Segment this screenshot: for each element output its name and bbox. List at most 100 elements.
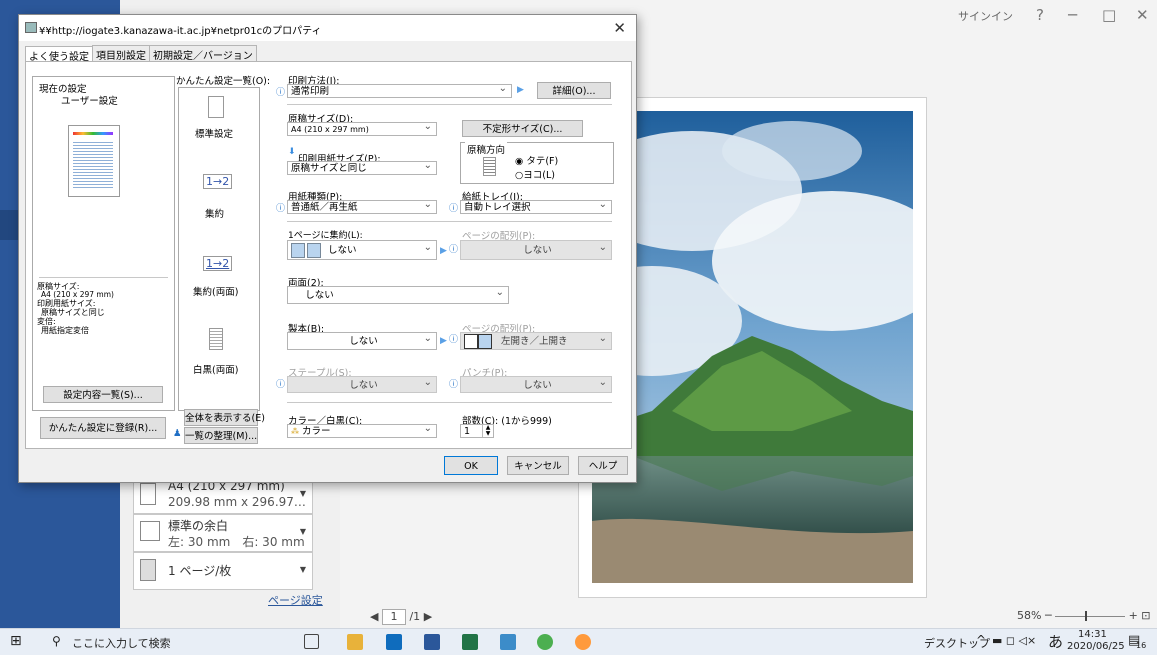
- register-quick-button[interactable]: かんたん設定に登録(R)...: [40, 417, 166, 439]
- fit-page-icon[interactable]: ⊡: [1141, 609, 1150, 622]
- copies-spinner[interactable]: 1 ▲ ▼: [460, 424, 494, 438]
- prev-page-icon[interactable]: ◀: [370, 610, 378, 623]
- portrait-page-icon: [483, 157, 496, 176]
- page-icon: [140, 559, 156, 581]
- clock-time[interactable]: 14:31: [1078, 629, 1107, 640]
- mono-duplex-icon: [209, 328, 223, 350]
- signin-link[interactable]: サインイン: [958, 8, 1013, 24]
- next-page-icon[interactable]: ▶: [424, 610, 432, 623]
- orientation-group: 原稿方向 ◉ タテ(F) ○ヨコ(L): [460, 142, 614, 184]
- divider: [39, 277, 168, 278]
- margins-setting[interactable]: 標準の余白 左: 30 mm 右: 30 mm ▼: [133, 514, 313, 552]
- staple-select: しない: [287, 376, 437, 393]
- excel-icon[interactable]: [462, 634, 478, 650]
- chrome-icon[interactable]: [537, 634, 553, 650]
- booklet-select[interactable]: しない: [287, 332, 437, 350]
- quick-settings-list[interactable]: 標準設定 1→2 集約 1→2 集約(両面) 白黒(両面): [178, 87, 260, 411]
- page-setup-link[interactable]: ページ設定: [268, 592, 323, 608]
- cancel-button[interactable]: キャンセル: [507, 456, 569, 475]
- search-icon[interactable]: ⚲: [52, 634, 61, 648]
- portrait-radio[interactable]: ◉ タテ(F): [515, 153, 558, 167]
- help-icon[interactable]: ?: [1036, 6, 1044, 24]
- tray-icons[interactable]: ▬ ◻ ◁×: [992, 634, 1036, 647]
- tab-strip: よく使う設定 項目別設定 初期設定／バージョン: [25, 45, 257, 64]
- nup-duplex-icon: 1→2: [203, 256, 233, 271]
- zoom-in-icon[interactable]: +: [1129, 609, 1138, 622]
- color-select[interactable]: カラー: [287, 424, 437, 438]
- current-page-input[interactable]: 1: [381, 609, 406, 625]
- tray-select[interactable]: 自動トレイ選択: [460, 200, 612, 214]
- duplex-select[interactable]: しない: [287, 286, 509, 304]
- print-paper-select[interactable]: 原稿サイズと同じ: [287, 161, 437, 175]
- file-explorer-icon[interactable]: [347, 634, 363, 650]
- dropdown-arrow-icon: ▼: [299, 527, 306, 536]
- paper-size-select[interactable]: A4 (210 x 297 mm): [287, 122, 437, 136]
- firefox-icon[interactable]: [575, 634, 591, 650]
- app-close-button[interactable]: ✕: [1136, 6, 1149, 24]
- taskbar-search-box[interactable]: ここに入力して検索: [72, 635, 171, 651]
- punch-select: しない: [460, 376, 612, 393]
- printer-icon: [25, 22, 37, 33]
- setting-line1: 1 ページ/枚: [168, 564, 232, 578]
- zoom-slider[interactable]: [1055, 610, 1126, 621]
- current-settings-group: 現在の設定 ユーザー設定 原稿サイズ: A4 (210 x 297 mm) 印刷…: [32, 76, 175, 411]
- ok-button[interactable]: OK: [444, 456, 498, 475]
- dialog-close-button[interactable]: ✕: [613, 19, 626, 37]
- down-arrow-icon: ⬇: [288, 147, 296, 157]
- info-icon: ⓘ: [449, 380, 459, 390]
- quick-item-mono-duplex[interactable]: 白黒(両面): [193, 362, 238, 376]
- custom-size-button[interactable]: 不定形サイズ(C)...: [462, 120, 583, 137]
- organize-list-button[interactable]: 一覧の整理(M)...: [184, 427, 258, 444]
- tab-content: 現在の設定 ユーザー設定 原稿サイズ: A4 (210 x 297 mm) 印刷…: [25, 61, 632, 449]
- quick-item-nup-duplex[interactable]: 集約(両面): [193, 284, 238, 298]
- orientation-label: 原稿方向: [465, 142, 508, 156]
- landscape-photo: [592, 111, 913, 583]
- standard-settings-icon: [208, 96, 224, 118]
- dropdown-arrow-icon: ▼: [299, 565, 306, 574]
- arrow-icon: ▶: [440, 246, 447, 256]
- portrait-label: タテ(F): [526, 156, 559, 167]
- setting-line2: 左: 30 mm 右: 30 mm: [168, 535, 305, 549]
- taskbar: ⊞ ⚲ ここに入力して検索 デスクトップ ^ ▬ ◻ ◁× あ 14:31 20…: [0, 628, 1157, 655]
- app-icon[interactable]: [500, 634, 516, 650]
- quick-item-nup[interactable]: 集約: [205, 206, 224, 220]
- restore-button[interactable]: □: [1102, 6, 1116, 24]
- tray-chevron-icon[interactable]: ^: [976, 633, 986, 647]
- detail-button[interactable]: 詳細(O)...: [537, 82, 611, 99]
- zoom-control: 58% ─ + ⊡: [1017, 609, 1151, 622]
- task-view-icon[interactable]: [304, 634, 319, 649]
- quick-item-standard[interactable]: 標準設定: [195, 126, 233, 140]
- copies-value: 1: [464, 426, 471, 437]
- landscape-radio[interactable]: ○ヨコ(L): [515, 167, 555, 181]
- pages-per-sheet-setting[interactable]: 1 ページ/枚 ▼: [133, 552, 313, 590]
- divider: [287, 221, 612, 222]
- print-method-select[interactable]: 通常印刷: [287, 84, 512, 98]
- zoom-out-icon[interactable]: ─: [1045, 609, 1052, 622]
- show-all-button[interactable]: 全体を表示する(E): [184, 409, 265, 426]
- help-button[interactable]: ヘルプ: [578, 456, 628, 475]
- word-icon[interactable]: [424, 634, 440, 650]
- info-icon: ⓘ: [276, 380, 286, 390]
- spinner-arrows-icon[interactable]: ▲ ▼: [482, 425, 493, 437]
- minimize-button[interactable]: ─: [1068, 6, 1077, 24]
- paper-type-select[interactable]: 普通紙／再生紙: [287, 200, 437, 214]
- landscape-label: ヨコ(L): [523, 170, 556, 181]
- setting-line2: 209.98 mm x 296.97…: [168, 495, 306, 509]
- page-icon: [478, 334, 492, 349]
- page-icon: [291, 243, 305, 258]
- info-icon: ⓘ: [449, 245, 459, 255]
- color-dots-icon: ⁂: [291, 427, 299, 436]
- settings-list-button[interactable]: 設定内容一覧(S)...: [43, 386, 163, 403]
- outlook-icon[interactable]: [386, 634, 402, 650]
- current-settings-value: ユーザー設定: [61, 96, 118, 107]
- summary-line: 用紙指定変倍: [41, 326, 89, 335]
- page-total: /1: [409, 610, 421, 623]
- clock-date[interactable]: 2020/06/25: [1067, 641, 1125, 652]
- page-icon: [140, 483, 156, 505]
- zoom-level: 58%: [1017, 609, 1042, 622]
- dialog-titlebar[interactable]: ¥¥http://iogate3.kanazawa-it.ac.jp¥netpr…: [19, 15, 636, 41]
- notification-count: 16: [1136, 641, 1147, 650]
- ime-indicator[interactable]: あ: [1048, 631, 1063, 652]
- info-icon: ⓘ: [276, 204, 286, 214]
- windows-start-icon[interactable]: ⊞: [10, 633, 22, 649]
